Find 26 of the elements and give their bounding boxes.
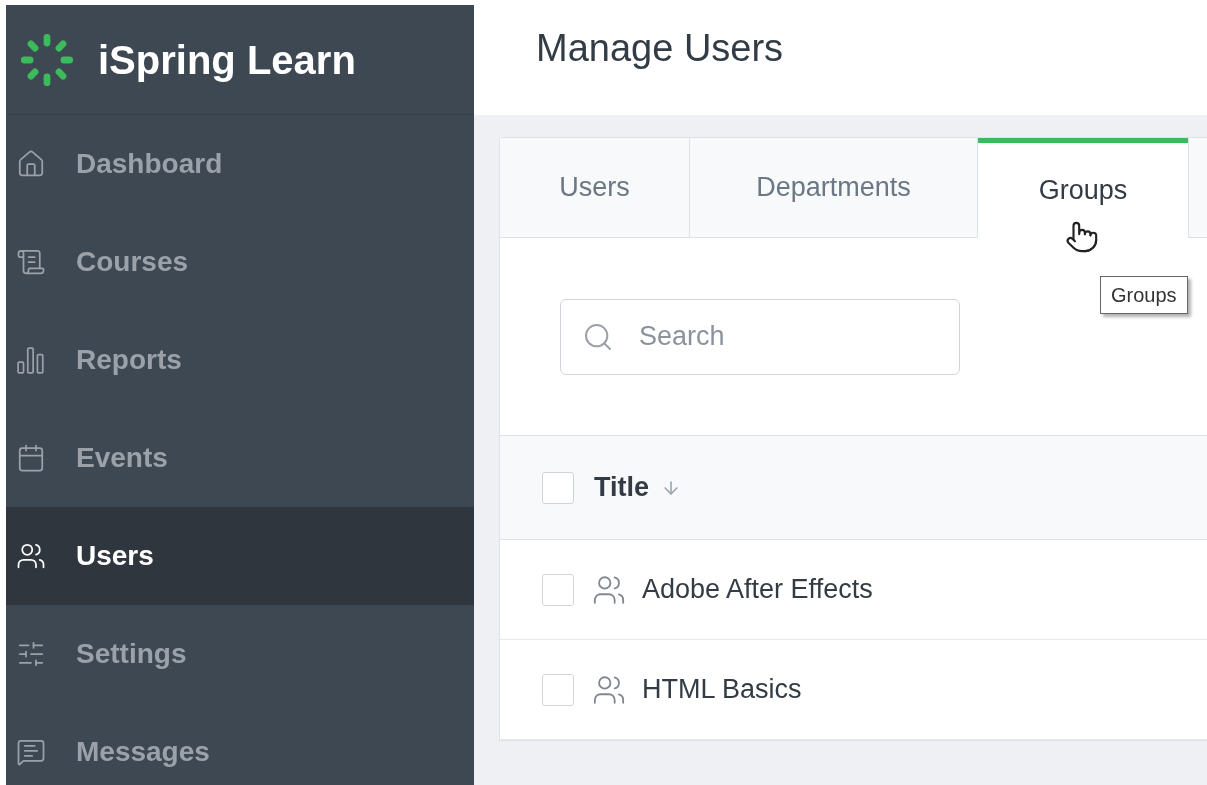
nav-item[interactable]: Settings — [6, 605, 474, 703]
tab[interactable]: Users — [500, 138, 690, 238]
message-icon — [16, 737, 46, 767]
users-icon — [16, 541, 46, 571]
tab[interactable]: Departments — [690, 138, 978, 238]
nav-item[interactable]: Messages — [6, 703, 474, 785]
checkbox[interactable] — [542, 573, 574, 606]
nav-item[interactable]: Dashboard — [6, 115, 474, 213]
column-header[interactable]: Title — [594, 467, 649, 508]
page-title: Manage Users — [536, 26, 784, 71]
tooltip: Groups — [1100, 276, 1188, 314]
brand-name: iSpring Learn — [98, 36, 356, 84]
home-icon — [16, 149, 46, 179]
checkbox[interactable] — [542, 471, 574, 504]
table-cell-text: Adobe After Effects — [642, 573, 873, 607]
sliders-icon — [16, 639, 46, 669]
bar-chart-icon — [16, 345, 46, 375]
calendar-icon — [16, 443, 46, 473]
nav-item[interactable]: Courses — [6, 213, 474, 311]
table-cell-text: HTML Basics — [642, 673, 802, 707]
search-field[interactable]: Search — [560, 298, 960, 375]
nav-item[interactable]: Reports — [6, 311, 474, 409]
nav-item[interactable]: Users — [6, 507, 474, 605]
nav-item[interactable]: Events — [6, 409, 474, 507]
checkbox[interactable] — [542, 673, 574, 706]
scroll-icon — [16, 247, 46, 277]
